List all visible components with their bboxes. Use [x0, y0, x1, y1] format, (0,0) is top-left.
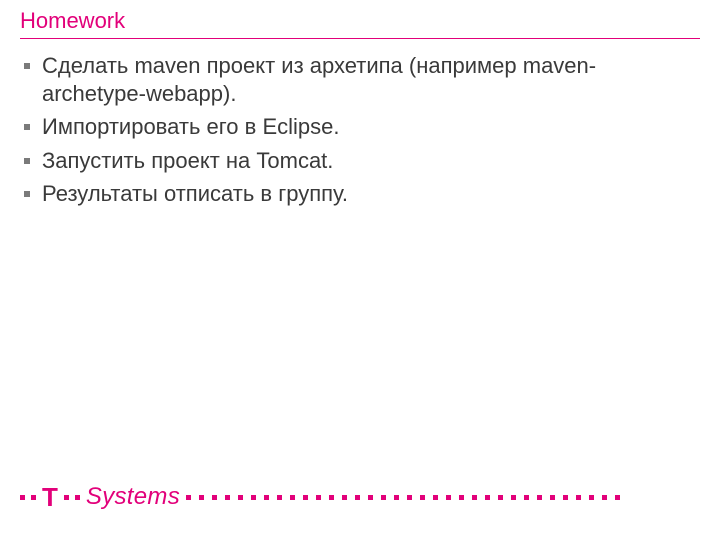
- dot-icon: [277, 495, 282, 500]
- dot-icon: [446, 495, 451, 500]
- dot-icon: [550, 495, 555, 500]
- dot-icon: [381, 495, 386, 500]
- dot-icon: [186, 495, 191, 500]
- dot-icon: [394, 495, 399, 500]
- slide-body: Сделать maven проект из архетипа (наприм…: [20, 52, 700, 214]
- dot-icon: [485, 495, 490, 500]
- t-logo-icon: T: [42, 484, 58, 510]
- list-item: Результаты отписать в группу.: [20, 180, 700, 208]
- dot-icon: [615, 495, 620, 500]
- dot-icon: [238, 495, 243, 500]
- dot-icon: [290, 495, 295, 500]
- dot-icon: [329, 495, 334, 500]
- dot-icon: [563, 495, 568, 500]
- dot-icon: [472, 495, 477, 500]
- dot-icon: [199, 495, 204, 500]
- dot-icon: [75, 495, 80, 500]
- dot-icon: [407, 495, 412, 500]
- dot-icon: [576, 495, 581, 500]
- dot-icon: [459, 495, 464, 500]
- dot-icon: [212, 495, 217, 500]
- dot-icon: [264, 495, 269, 500]
- dot-icon: [524, 495, 529, 500]
- dot-icon: [420, 495, 425, 500]
- dots-trail: [186, 495, 700, 500]
- list-item: Сделать maven проект из архетипа (наприм…: [20, 52, 700, 107]
- dot-icon: [355, 495, 360, 500]
- dot-icon: [225, 495, 230, 500]
- slide-title: Homework: [20, 8, 125, 34]
- dot-icon: [498, 495, 503, 500]
- bullet-list: Сделать maven проект из архетипа (наприм…: [20, 52, 700, 208]
- dot-icon: [602, 495, 607, 500]
- dot-icon: [316, 495, 321, 500]
- dot-icon: [251, 495, 256, 500]
- list-item: Импортировать его в Eclipse.: [20, 113, 700, 141]
- dots-left: [20, 495, 36, 500]
- dot-icon: [20, 495, 25, 500]
- dot-icon: [303, 495, 308, 500]
- dot-icon: [511, 495, 516, 500]
- dots-right: [64, 495, 80, 500]
- slide: Homework Сделать maven проект из архетип…: [0, 0, 720, 540]
- dot-icon: [537, 495, 542, 500]
- dot-icon: [589, 495, 594, 500]
- footer-brand: T Systems: [20, 482, 700, 512]
- dot-icon: [433, 495, 438, 500]
- list-item: Запустить проект на Tomcat.: [20, 147, 700, 175]
- title-underline: [20, 38, 700, 39]
- dot-icon: [368, 495, 373, 500]
- brand-name: Systems: [86, 483, 180, 511]
- dot-icon: [64, 495, 69, 500]
- dot-icon: [31, 495, 36, 500]
- dot-icon: [342, 495, 347, 500]
